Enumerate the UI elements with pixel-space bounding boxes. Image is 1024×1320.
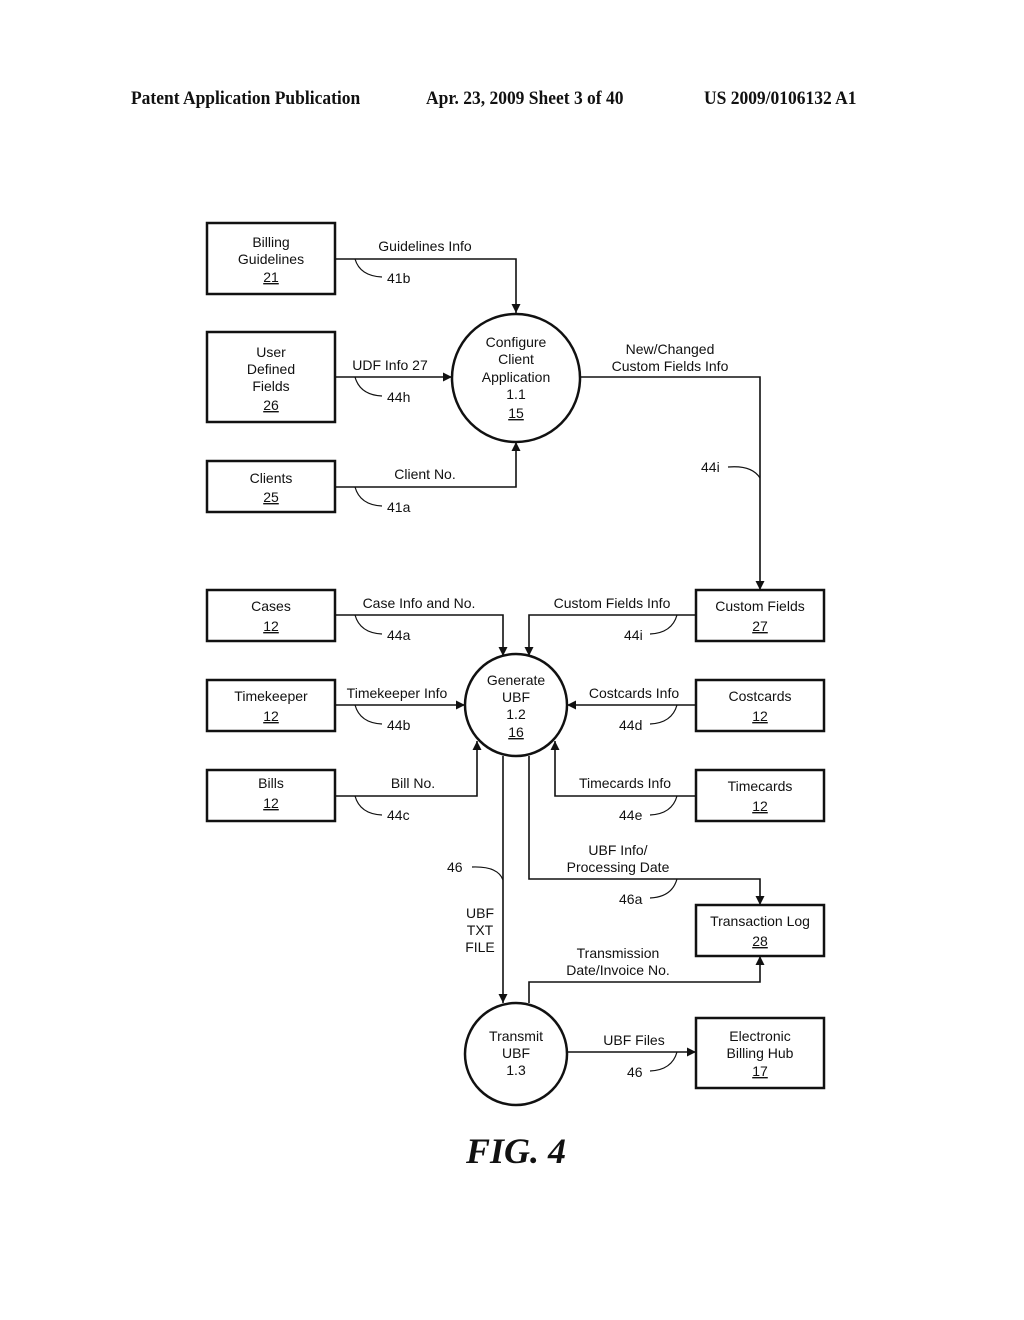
store-ref: 12: [263, 618, 279, 634]
store-ref: 17: [752, 1063, 768, 1079]
store-label: Defined: [247, 361, 295, 377]
flow-ref: 44i: [624, 627, 643, 643]
flow-ref: 44b: [387, 717, 411, 733]
data-flow-diagram: Billing Guidelines 21 User Defined Field…: [205, 221, 826, 1171]
flow-label: Client No.: [394, 466, 455, 482]
flow-ref: 44i: [701, 459, 720, 475]
store-label: Cases: [251, 598, 291, 614]
flow-label: UBF Info/: [588, 842, 647, 858]
store-ref: 12: [752, 798, 768, 814]
flow-ref: 46: [627, 1064, 643, 1080]
flow-ref: 44c: [387, 807, 410, 823]
flow-label: Processing Date: [567, 859, 670, 875]
process-label: Transmit: [489, 1028, 543, 1044]
flow-ref: 41b: [387, 270, 411, 286]
process-generate-ubf: [463, 652, 569, 758]
flow-custom-fields-info: [524, 614, 696, 656]
store-label: Billing Hub: [727, 1045, 794, 1061]
flow-label: Date/Invoice No.: [566, 962, 670, 978]
flow-case-info: [335, 614, 508, 656]
flow-ref: 46a: [619, 891, 643, 907]
store-ref: 25: [263, 489, 279, 505]
store-ref: 12: [263, 795, 279, 811]
process-label: Client: [498, 351, 534, 367]
flow-ref: 44h: [387, 389, 410, 405]
flow-label: UDF Info 27: [352, 357, 428, 373]
flow-label: Timecards Info: [579, 775, 671, 791]
flow-label: Transmission: [577, 945, 660, 961]
flow-label: UBF: [466, 905, 494, 921]
store-label: Electronic: [729, 1028, 790, 1044]
flow-label: Guidelines Info: [378, 238, 472, 254]
figure-label: FIG. 4: [465, 1131, 566, 1171]
store-label: Costcards: [728, 688, 791, 704]
store-label: Guidelines: [238, 251, 304, 267]
process-ref: 16: [508, 724, 524, 740]
store-ref: 12: [263, 708, 279, 724]
flow-label: New/Changed: [626, 341, 715, 357]
reference-leaders: [354, 258, 761, 1072]
flow-guidelines-info: [335, 258, 521, 313]
flow-label: Costcards Info: [589, 685, 679, 701]
store-ref: 12: [752, 708, 768, 724]
flow-label: FILE: [465, 939, 495, 955]
flow-label: TXT: [467, 922, 494, 938]
store-ref: 21: [263, 269, 279, 285]
flow-label: Custom Fields Info: [612, 358, 729, 374]
flow-label: Case Info and No.: [363, 595, 476, 611]
store-label: Billing: [252, 234, 289, 250]
store-ref: 27: [752, 618, 768, 634]
flow-ref: 44a: [387, 627, 411, 643]
store-ref: 28: [752, 933, 768, 949]
store-label: Clients: [250, 470, 293, 486]
process-label: UBF: [502, 689, 530, 705]
process-label: Configure: [486, 334, 547, 350]
flow-new-changed-custom-fields: [580, 376, 765, 590]
flow-ref: 46: [447, 859, 463, 875]
store-label: Custom Fields: [715, 598, 804, 614]
store-ref: 26: [263, 397, 279, 413]
process-number: 1.3: [506, 1062, 526, 1078]
flow-label: UBF Files: [603, 1032, 664, 1048]
process-number: 1.1: [506, 386, 526, 402]
store-label: Transaction Log: [710, 913, 810, 929]
process-ref: 15: [508, 405, 524, 421]
store-label: User: [256, 344, 286, 360]
flow-label: Bill No.: [391, 775, 435, 791]
process-number: 1.2: [506, 706, 526, 722]
store-label: Bills: [258, 775, 284, 791]
flow-ref: 44d: [619, 717, 642, 733]
process-label: Application: [482, 369, 551, 385]
flow-label: Timekeeper Info: [347, 685, 448, 701]
process-label: Generate: [487, 672, 546, 688]
process-label: UBF: [502, 1045, 530, 1061]
flow-ref: 44e: [619, 807, 643, 823]
store-label: Timekeeper: [234, 688, 308, 704]
store-label: Fields: [252, 378, 289, 394]
store-label: Timecards: [728, 778, 793, 794]
flow-label: Custom Fields Info: [554, 595, 671, 611]
flow-ref: 41a: [387, 499, 411, 515]
